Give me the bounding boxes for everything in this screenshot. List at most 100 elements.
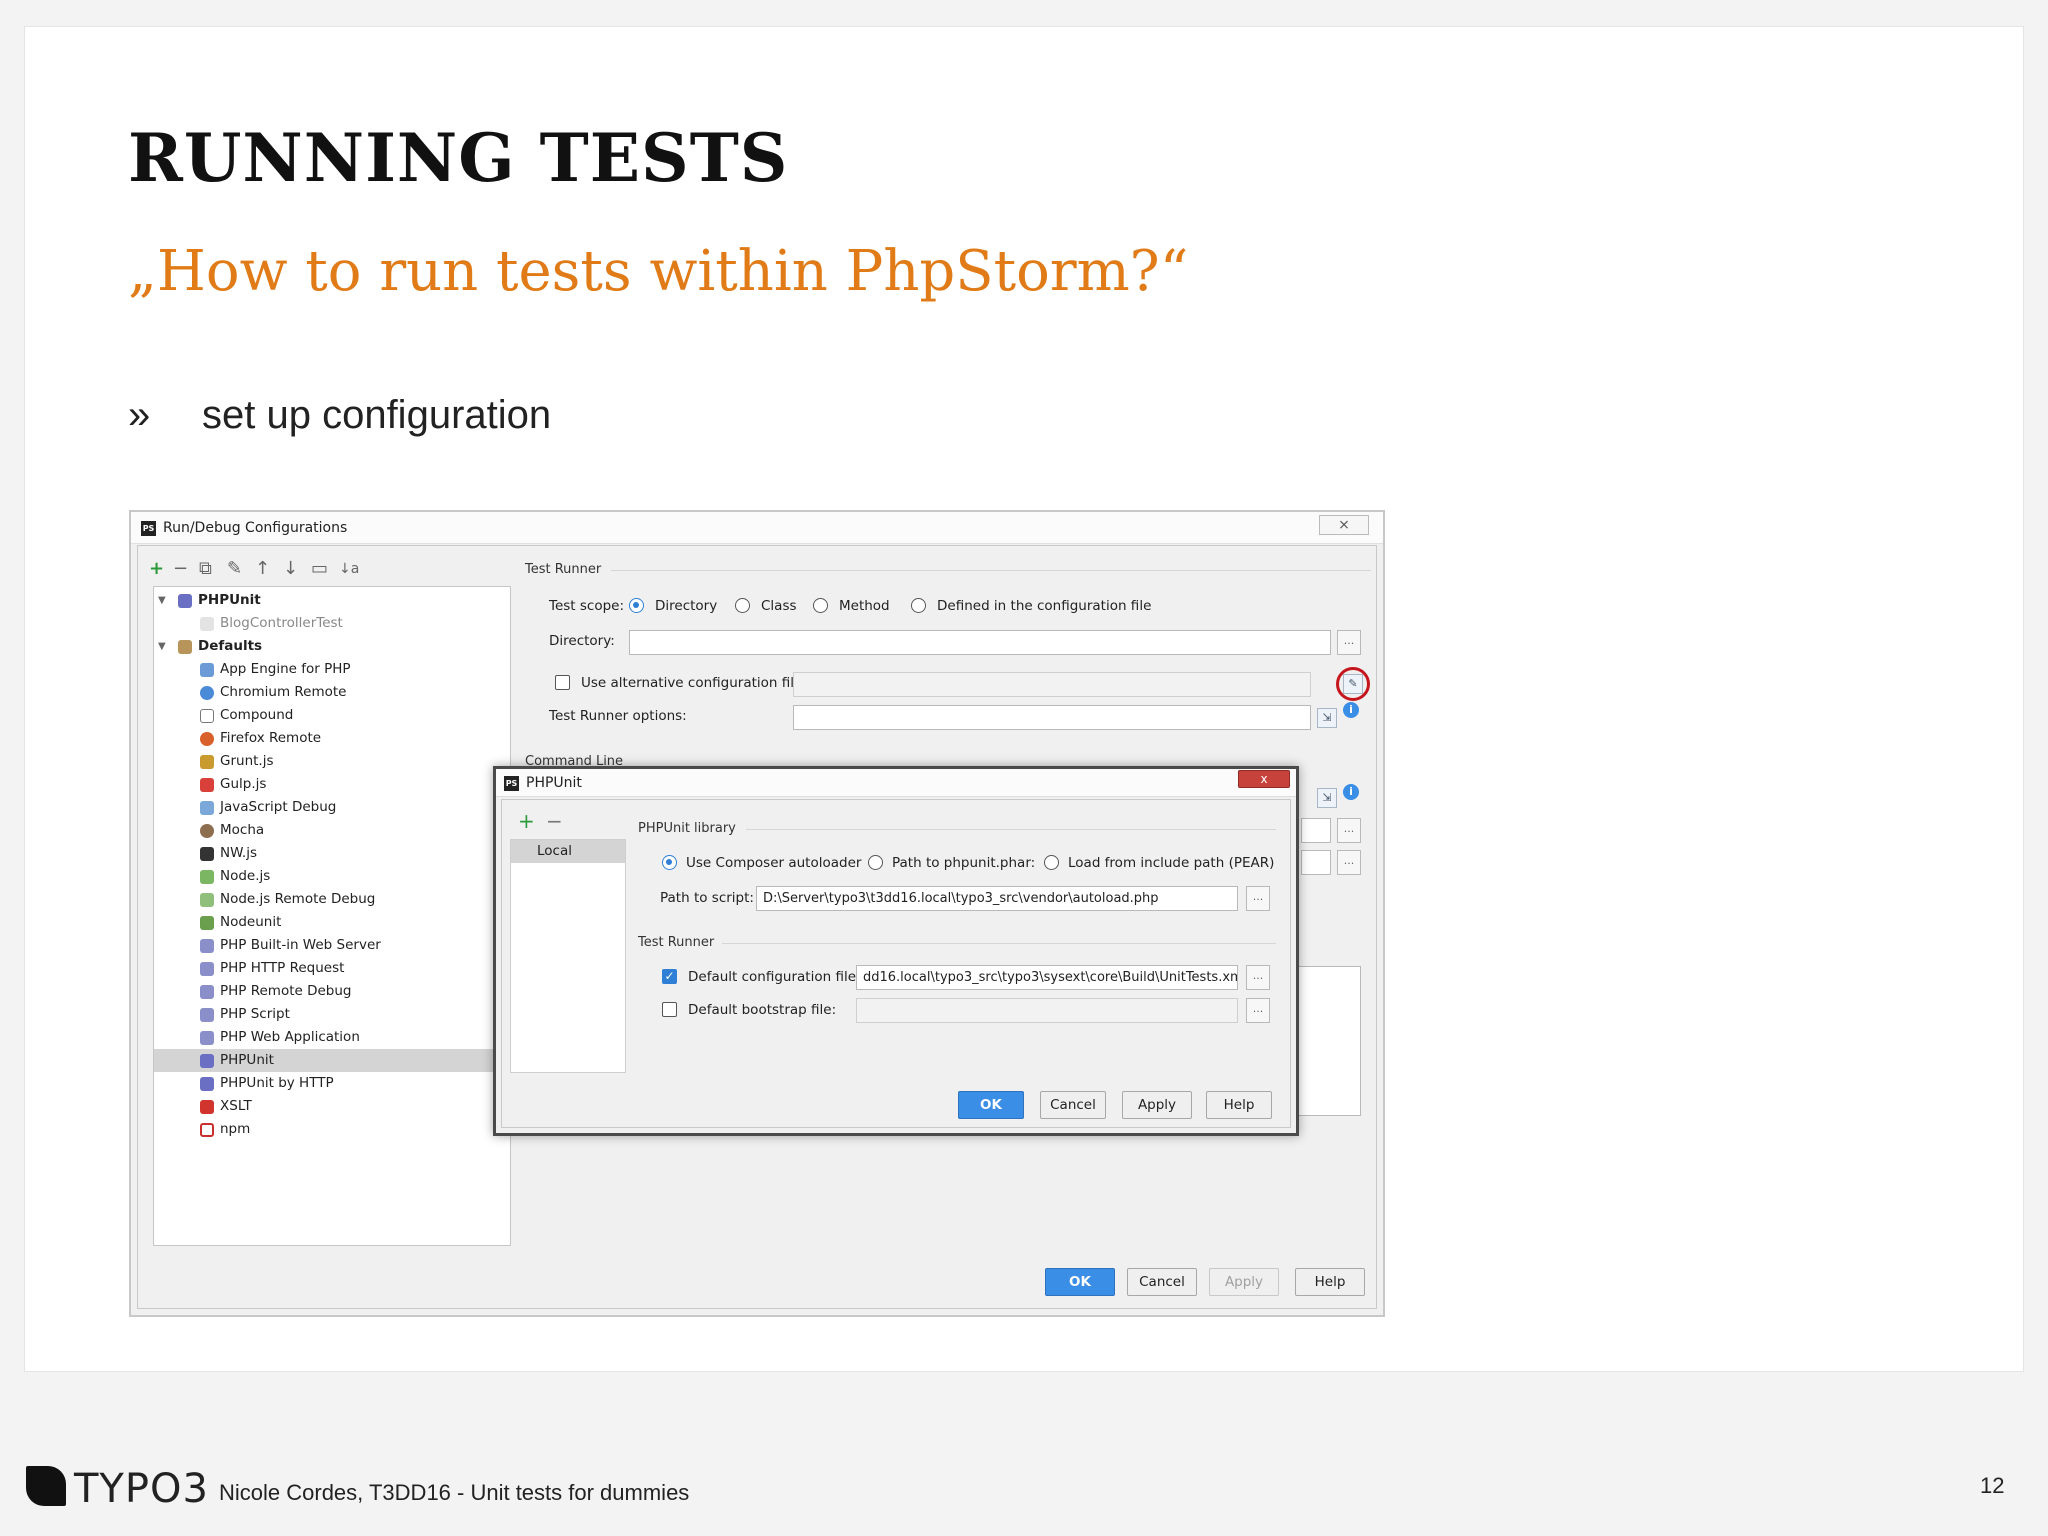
- tree-item-blogcontrollertest[interactable]: BlogControllerTest: [154, 612, 510, 635]
- add-config-icon[interactable]: +: [149, 558, 164, 579]
- tree-item[interactable]: PHPUnit by HTTP: [154, 1072, 510, 1095]
- page-number: 12: [1980, 1473, 2005, 1498]
- default-config-checkbox[interactable]: ✓: [662, 969, 677, 984]
- tree-item[interactable]: NW.js: [154, 842, 510, 865]
- php-http-icon: [200, 962, 214, 976]
- remove-config-icon[interactable]: −: [173, 558, 188, 579]
- default-bootstrap-browse-button[interactable]: ...: [1246, 998, 1270, 1023]
- collapse-arrow-icon[interactable]: ▼: [158, 589, 166, 612]
- tree-item[interactable]: Nodeunit: [154, 911, 510, 934]
- directory-browse-button[interactable]: ...: [1337, 630, 1361, 655]
- section-phpunit-library: PHPUnit library: [638, 821, 736, 836]
- tree-item[interactable]: npm: [154, 1118, 510, 1141]
- copy-config-icon[interactable]: ⧉: [199, 558, 212, 579]
- path-to-script-label: Path to script:: [660, 890, 754, 906]
- path-to-script-input[interactable]: D:\Server\typo3\t3dd16.local\typo3_src\v…: [756, 886, 1238, 911]
- section-divider: [746, 829, 1276, 830]
- runner-options-input[interactable]: [793, 705, 1311, 730]
- section-test-runner: Test Runner: [525, 562, 602, 577]
- remove-interpreter-icon[interactable]: −: [546, 809, 563, 833]
- collapse-arrow-icon[interactable]: ▼: [158, 635, 166, 658]
- default-config-browse-button[interactable]: ...: [1246, 965, 1270, 990]
- tree-item[interactable]: XSLT: [154, 1095, 510, 1118]
- tree-item[interactable]: App Engine for PHP: [154, 658, 510, 681]
- scope-config-label: Defined in the configuration file: [937, 598, 1152, 614]
- php-server-icon: [200, 939, 214, 953]
- phpstorm-icon: PS: [504, 776, 519, 791]
- phpunit-phar-radio[interactable]: [868, 855, 883, 870]
- tree-item[interactable]: Firefox Remote: [154, 727, 510, 750]
- phpunit-http-icon: [200, 1077, 214, 1091]
- tree-item[interactable]: PHP Script: [154, 1003, 510, 1026]
- composer-autoloader-radio[interactable]: [662, 855, 677, 870]
- main-help-button[interactable]: Help: [1295, 1268, 1365, 1296]
- hidden-input[interactable]: [1301, 818, 1331, 843]
- tree-item[interactable]: PHP Remote Debug: [154, 980, 510, 1003]
- edit-defaults-icon[interactable]: ✎: [227, 558, 242, 579]
- php-script-icon: [200, 1008, 214, 1022]
- expand-options-icon[interactable]: ⇲: [1317, 708, 1337, 728]
- hidden-input[interactable]: [1301, 850, 1331, 875]
- chromium-icon: [200, 686, 214, 700]
- expand-interpreter-icon[interactable]: ⇲: [1317, 788, 1337, 808]
- dialog-ok-button[interactable]: OK: [958, 1091, 1024, 1119]
- bullet-item: » set up configuration: [128, 393, 551, 438]
- alt-config-checkbox[interactable]: [555, 675, 570, 690]
- dialog-close-button[interactable]: x: [1238, 770, 1290, 788]
- tree-item[interactable]: Node.js Remote Debug: [154, 888, 510, 911]
- js-debug-icon: [200, 801, 214, 815]
- runner-options-label: Test Runner options:: [549, 708, 687, 724]
- move-up-icon[interactable]: ↑: [255, 558, 270, 579]
- tree-item[interactable]: PHP HTTP Request: [154, 957, 510, 980]
- slide-subtitle: „How to run tests within PhpStorm?“: [128, 239, 1189, 304]
- tree-item[interactable]: Gulp.js: [154, 773, 510, 796]
- main-cancel-button[interactable]: Cancel: [1127, 1268, 1197, 1296]
- move-down-icon[interactable]: ↓: [283, 558, 298, 579]
- scope-method-radio[interactable]: [813, 598, 828, 613]
- tree-item[interactable]: Node.js: [154, 865, 510, 888]
- tree-item[interactable]: JavaScript Debug: [154, 796, 510, 819]
- tree-item-selected[interactable]: PHPUnit: [154, 1049, 510, 1072]
- scope-class-label: Class: [761, 598, 797, 614]
- tree-item[interactable]: Compound: [154, 704, 510, 727]
- dialog-cancel-button[interactable]: Cancel: [1040, 1091, 1106, 1119]
- scope-class-radio[interactable]: [735, 598, 750, 613]
- info-icon[interactable]: i: [1343, 702, 1359, 718]
- gulp-icon: [200, 778, 214, 792]
- tree-item[interactable]: PHP Built-in Web Server: [154, 934, 510, 957]
- php-remote-icon: [200, 985, 214, 999]
- main-ok-button[interactable]: OK: [1045, 1268, 1115, 1296]
- browse-button[interactable]: ...: [1337, 818, 1361, 843]
- tree-item[interactable]: Grunt.js: [154, 750, 510, 773]
- dialog-apply-button[interactable]: Apply: [1122, 1091, 1192, 1119]
- window-close-button[interactable]: ⨯: [1319, 515, 1369, 535]
- include-path-radio[interactable]: [1044, 855, 1059, 870]
- main-apply-button[interactable]: Apply: [1209, 1268, 1279, 1296]
- info-icon[interactable]: i: [1343, 784, 1359, 800]
- default-config-input[interactable]: dd16.local\typo3_src\typo3\sysext\core\B…: [856, 965, 1238, 990]
- tree-group-phpunit[interactable]: ▼ PHPUnit: [154, 589, 510, 612]
- default-bootstrap-checkbox[interactable]: [662, 1002, 677, 1017]
- folder-icon[interactable]: ▭: [311, 558, 328, 579]
- alt-config-input[interactable]: [793, 672, 1311, 697]
- nodeunit-icon: [200, 916, 214, 930]
- interpreter-list: Local: [510, 839, 626, 1073]
- tree-item[interactable]: Chromium Remote: [154, 681, 510, 704]
- tree-item[interactable]: Mocha: [154, 819, 510, 842]
- list-item-local[interactable]: Local: [511, 840, 625, 863]
- directory-input[interactable]: [629, 630, 1331, 655]
- dialog-title: PHPUnit: [526, 775, 582, 791]
- sort-icon[interactable]: ↓a: [339, 561, 359, 577]
- default-bootstrap-input[interactable]: [856, 998, 1238, 1023]
- npm-icon: [200, 1123, 214, 1137]
- scope-directory-label: Directory: [655, 598, 718, 614]
- tree-group-defaults[interactable]: ▼ Defaults: [154, 635, 510, 658]
- scope-directory-radio[interactable]: [629, 598, 644, 613]
- scope-config-radio[interactable]: [911, 598, 926, 613]
- test-scope-label: Test scope:: [549, 598, 625, 614]
- browse-button[interactable]: ...: [1337, 850, 1361, 875]
- path-browse-button[interactable]: ...: [1246, 886, 1270, 911]
- add-interpreter-icon[interactable]: +: [518, 809, 535, 833]
- dialog-help-button[interactable]: Help: [1206, 1091, 1272, 1119]
- tree-item[interactable]: PHP Web Application: [154, 1026, 510, 1049]
